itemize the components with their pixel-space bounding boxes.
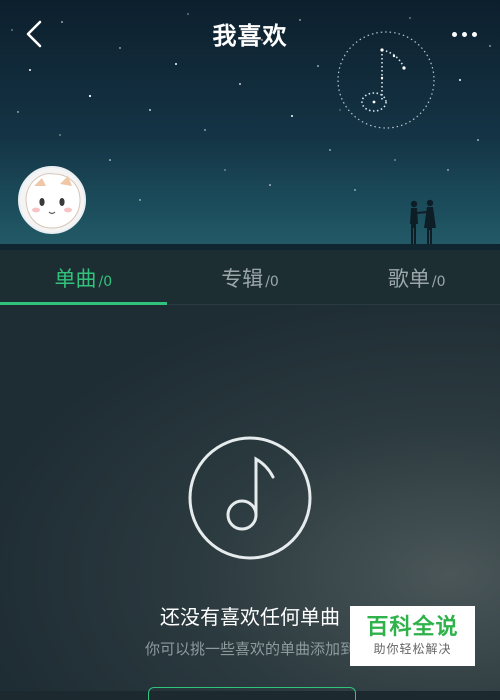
more-dot <box>451 31 457 37</box>
tab-bar: 单曲 /0 专辑 /0 歌单 /0 <box>0 250 500 305</box>
tab-label: 歌单 <box>387 267 430 291</box>
watermark-main-text: 百科全说 <box>366 615 459 640</box>
watermark-sub-text: 助你轻松解决 <box>373 642 452 656</box>
add-songs-button[interactable] <box>148 687 356 700</box>
more-button[interactable] <box>442 14 486 54</box>
tab-label: 专辑 <box>221 267 264 291</box>
more-dot <box>471 31 477 37</box>
more-dot <box>461 31 467 37</box>
music-note-disc-icon <box>188 436 312 560</box>
music-note-constellation-icon <box>337 31 435 129</box>
tab-count: /0 <box>98 274 113 290</box>
tab-albums[interactable]: 专辑 /0 <box>167 250 334 304</box>
tab-label: 单曲 <box>54 267 97 291</box>
tab-songs[interactable]: 单曲 /0 <box>0 250 167 305</box>
tab-count: /0 <box>431 274 446 290</box>
couple-silhouette-icon <box>410 199 436 244</box>
watermark-logo: 百科全说 助你轻松解决 <box>350 606 475 666</box>
user-avatar[interactable] <box>18 166 86 234</box>
cartoon-face-icon <box>20 168 84 232</box>
tab-playlists[interactable]: 歌单 /0 <box>333 250 500 304</box>
header-banner: 我喜欢 <box>0 0 500 250</box>
tab-count: /0 <box>265 274 279 290</box>
